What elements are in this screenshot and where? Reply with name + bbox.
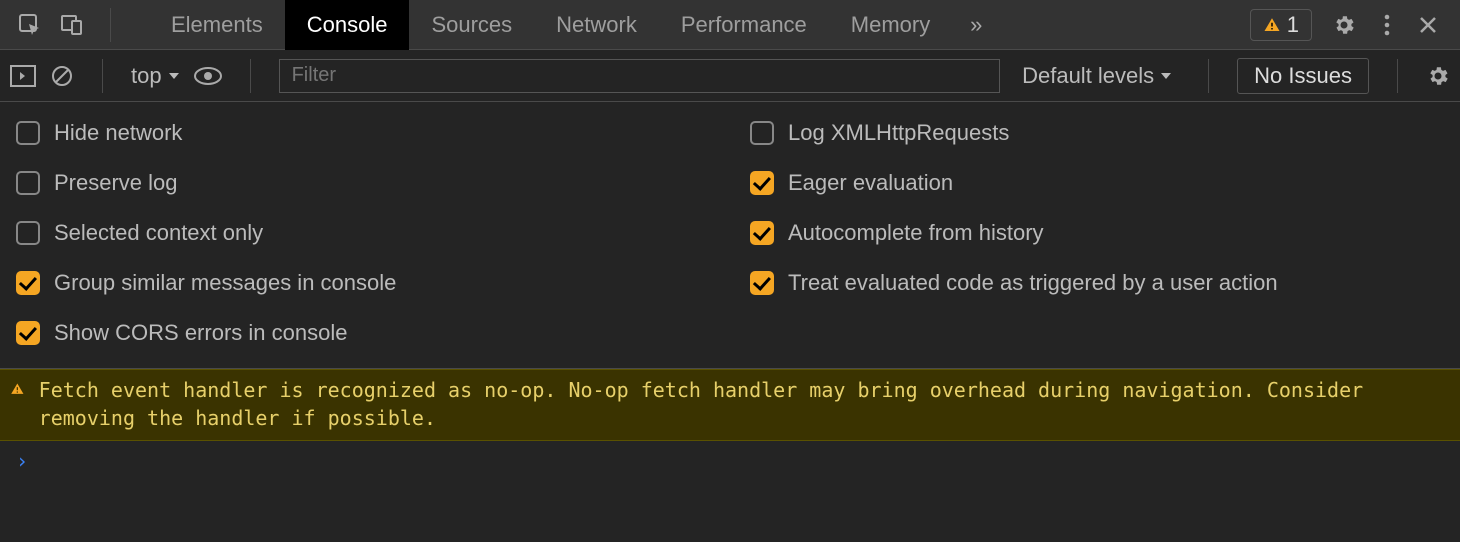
- setting-label: Selected context only: [54, 220, 263, 246]
- setting-eager-evaluation[interactable]: Eager evaluation: [750, 170, 1444, 196]
- warning-message: Fetch event handler is recognized as no-…: [39, 376, 1450, 432]
- live-expression-icon[interactable]: [194, 67, 222, 85]
- checkbox[interactable]: [750, 171, 774, 195]
- setting-label: Group similar messages in console: [54, 270, 396, 296]
- tab-sources[interactable]: Sources: [409, 0, 534, 50]
- issues-button[interactable]: No Issues: [1237, 58, 1369, 94]
- inspect-icon[interactable]: [12, 7, 48, 43]
- console-warning-row: Fetch event handler is recognized as no-…: [0, 369, 1460, 441]
- overflow-glyph: »: [970, 12, 982, 38]
- setting-group-similar[interactable]: Group similar messages in console: [16, 270, 710, 296]
- tabs-overflow-button[interactable]: »: [952, 12, 1000, 38]
- clear-console-icon[interactable]: [50, 64, 74, 88]
- context-label: top: [131, 63, 162, 89]
- warning-icon: [1263, 16, 1281, 34]
- tab-label: Performance: [681, 12, 807, 38]
- checkbox[interactable]: [750, 271, 774, 295]
- tab-memory[interactable]: Memory: [829, 0, 952, 50]
- tab-label: Console: [307, 12, 388, 38]
- setting-label: Eager evaluation: [788, 170, 953, 196]
- tab-label: Sources: [431, 12, 512, 38]
- setting-autocomplete-history[interactable]: Autocomplete from history: [750, 220, 1444, 246]
- checkbox[interactable]: [16, 121, 40, 145]
- warning-icon: [10, 380, 25, 398]
- setting-user-action[interactable]: Treat evaluated code as triggered by a u…: [750, 270, 1444, 296]
- checkbox[interactable]: [16, 171, 40, 195]
- devtools-tabbar: Elements Console Sources Network Perform…: [0, 0, 1460, 50]
- setting-label: Show CORS errors in console: [54, 320, 347, 346]
- divider: [1397, 59, 1398, 93]
- tab-label: Memory: [851, 12, 930, 38]
- setting-label: Hide network: [54, 120, 182, 146]
- checkbox[interactable]: [16, 221, 40, 245]
- setting-preserve-log[interactable]: Preserve log: [16, 170, 710, 196]
- context-selector[interactable]: top: [131, 63, 180, 89]
- issues-warning-badge[interactable]: 1: [1250, 9, 1312, 41]
- checkbox[interactable]: [16, 271, 40, 295]
- checkbox[interactable]: [750, 221, 774, 245]
- setting-label: Preserve log: [54, 170, 178, 196]
- toggle-sidebar-icon[interactable]: [10, 65, 36, 87]
- chevron-down-icon: [1160, 71, 1172, 81]
- setting-log-xhr[interactable]: Log XMLHttpRequests: [750, 120, 1444, 146]
- divider: [102, 59, 103, 93]
- chevron-down-icon: [168, 71, 180, 81]
- divider: [110, 8, 111, 42]
- panel-tabs: Elements Console Sources Network Perform…: [149, 0, 952, 50]
- console-settings-gear-icon[interactable]: [1426, 64, 1450, 88]
- kebab-menu-icon[interactable]: [1384, 14, 1390, 36]
- warning-count: 1: [1287, 12, 1299, 38]
- tab-console[interactable]: Console: [285, 0, 410, 50]
- setting-label: Autocomplete from history: [788, 220, 1044, 246]
- divider: [250, 59, 251, 93]
- checkbox[interactable]: [16, 321, 40, 345]
- console-settings-panel: Hide network Log XMLHttpRequests Preserv…: [0, 102, 1460, 369]
- prompt-chevron-icon: ›: [16, 449, 28, 473]
- tab-label: Elements: [171, 12, 263, 38]
- tab-network[interactable]: Network: [534, 0, 659, 50]
- tab-elements[interactable]: Elements: [149, 0, 285, 50]
- settings-gear-icon[interactable]: [1332, 13, 1356, 37]
- setting-selected-context[interactable]: Selected context only: [16, 220, 710, 246]
- console-toolbar: top Default levels No Issues: [0, 50, 1460, 102]
- console-prompt[interactable]: ›: [0, 441, 1460, 481]
- issues-button-label: No Issues: [1254, 63, 1352, 88]
- setting-label: Treat evaluated code as triggered by a u…: [788, 270, 1278, 296]
- setting-label: Log XMLHttpRequests: [788, 120, 1009, 146]
- levels-label: Default levels: [1022, 63, 1154, 89]
- checkbox[interactable]: [750, 121, 774, 145]
- log-levels-selector[interactable]: Default levels: [1014, 63, 1180, 89]
- close-icon[interactable]: [1418, 15, 1438, 35]
- tab-performance[interactable]: Performance: [659, 0, 829, 50]
- filter-input[interactable]: [279, 59, 1001, 93]
- tab-label: Network: [556, 12, 637, 38]
- setting-cors-errors[interactable]: Show CORS errors in console: [16, 320, 710, 346]
- setting-hide-network[interactable]: Hide network: [16, 120, 710, 146]
- device-toggle-icon[interactable]: [54, 7, 90, 43]
- divider: [1208, 59, 1209, 93]
